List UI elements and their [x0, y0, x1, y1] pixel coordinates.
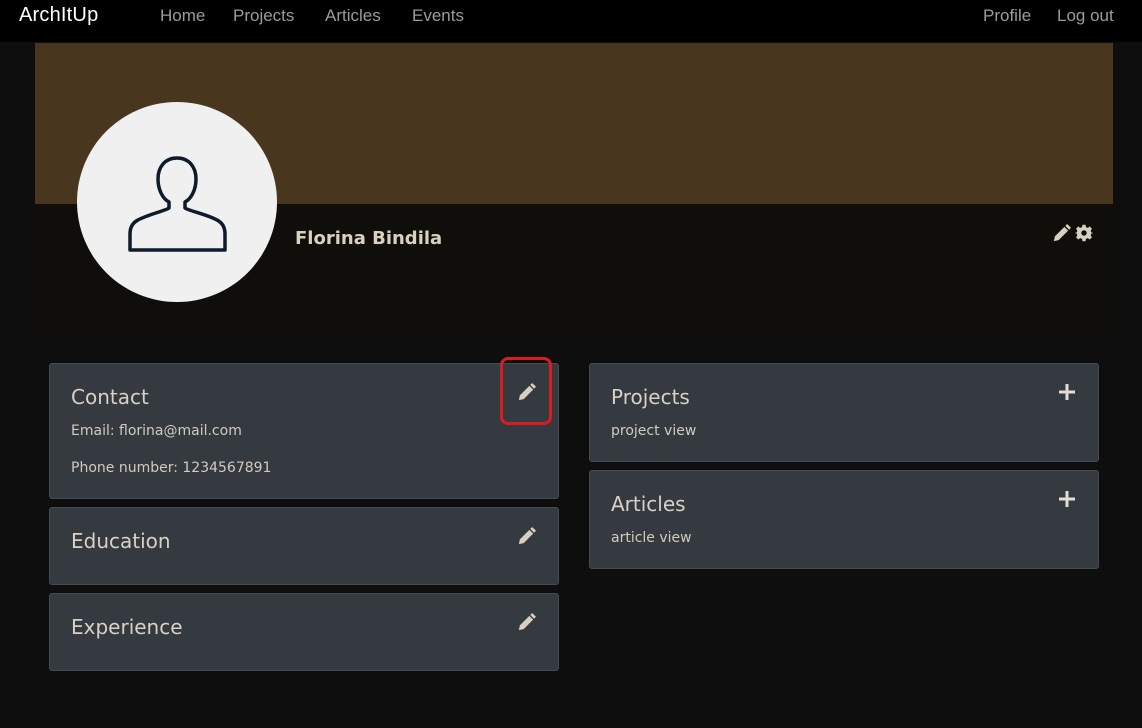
highlight-box: [500, 357, 552, 425]
projects-card: Projects project view: [589, 363, 1099, 462]
articles-card: Articles article view: [589, 470, 1099, 569]
contact-title: Contact: [71, 385, 149, 409]
edit-education-pencil-icon[interactable]: [517, 527, 536, 550]
add-article-plus-icon[interactable]: [1059, 491, 1075, 511]
settings-gear-icon[interactable]: [1074, 224, 1094, 246]
nav-projects[interactable]: Projects: [233, 6, 294, 26]
nav-profile[interactable]: Profile: [983, 6, 1031, 26]
nav-logout[interactable]: Log out: [1057, 6, 1114, 26]
user-outline-icon: [128, 156, 227, 252]
contact-phone: Phone number: 1234567891: [71, 460, 272, 476]
experience-title: Experience: [71, 615, 183, 639]
profile-name: Florina Bindila: [295, 228, 443, 249]
projects-text: project view: [611, 423, 697, 439]
top-navbar: ArchItUp Home Projects Articles Events P…: [0, 0, 1142, 42]
nav-events[interactable]: Events: [412, 6, 464, 26]
experience-card: Experience: [49, 593, 559, 671]
brand-logo[interactable]: ArchItUp: [19, 4, 98, 27]
education-title: Education: [71, 529, 171, 553]
profile-header: Florina Bindila: [35, 43, 1113, 339]
edit-experience-pencil-icon[interactable]: [517, 613, 536, 636]
contact-card: Contact Email: florina@mail.com Phone nu…: [49, 363, 559, 499]
education-card: Education: [49, 507, 559, 585]
articles-title: Articles: [611, 492, 686, 516]
edit-profile-pencil-icon[interactable]: [1052, 224, 1071, 247]
nav-home[interactable]: Home: [160, 6, 205, 26]
projects-title: Projects: [611, 385, 690, 409]
articles-text: article view: [611, 530, 692, 546]
avatar: [77, 102, 277, 302]
nav-articles[interactable]: Articles: [325, 6, 381, 26]
add-project-plus-icon[interactable]: [1059, 384, 1075, 404]
contact-email: Email: florina@mail.com: [71, 423, 242, 439]
